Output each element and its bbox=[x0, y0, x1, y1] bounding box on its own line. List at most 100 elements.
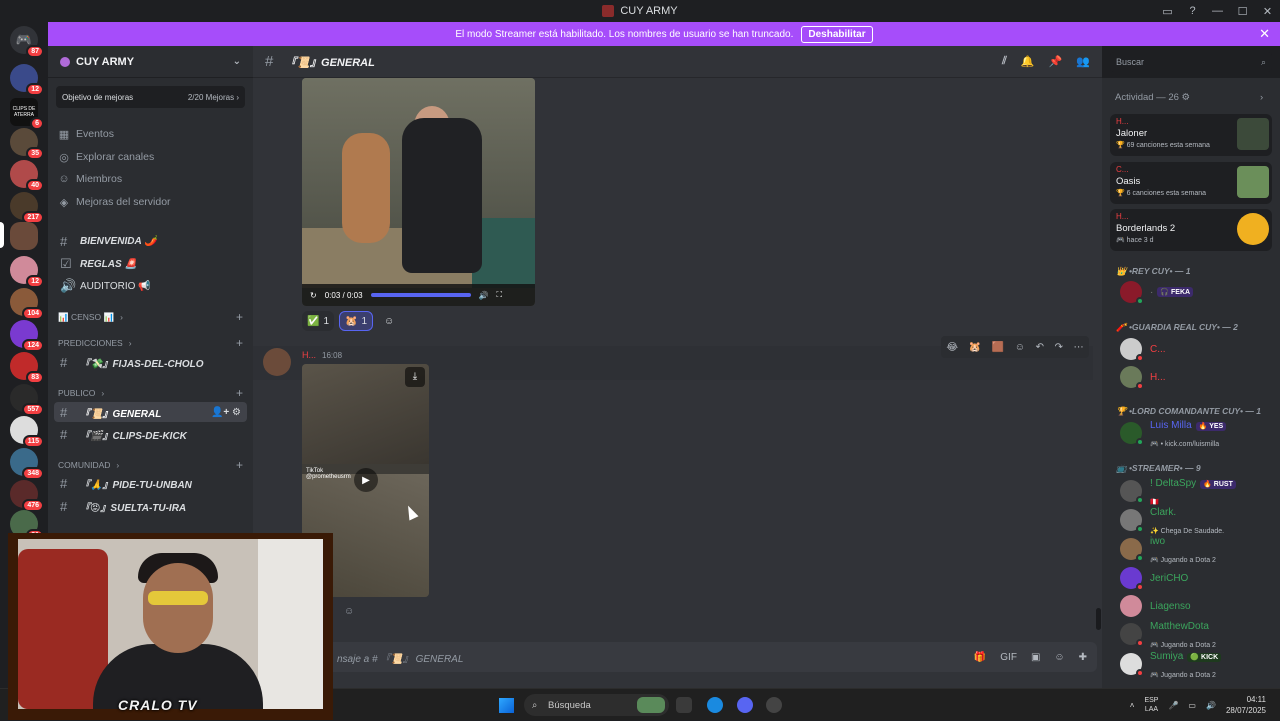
volume-icon[interactable]: 🔊 bbox=[479, 291, 489, 300]
discord-taskbar-icon[interactable] bbox=[737, 697, 753, 713]
replay-icon[interactable]: ↻ bbox=[310, 291, 317, 300]
microphone-icon[interactable]: 🎤 bbox=[1168, 701, 1178, 710]
server-icon[interactable]: 40 bbox=[10, 160, 44, 192]
add-channel-icon[interactable]: + bbox=[236, 458, 243, 472]
add-reaction-icon[interactable]: ☺ bbox=[1015, 342, 1025, 353]
server-icon[interactable]: 35 bbox=[10, 128, 44, 160]
add-reaction-icon[interactable]: ☺ bbox=[379, 311, 399, 331]
obs-taskbar-icon[interactable] bbox=[766, 697, 782, 713]
banner-close-icon[interactable]: ✕ bbox=[1259, 26, 1270, 42]
edge-browser-icon[interactable] bbox=[707, 697, 723, 713]
nav-server-boosts[interactable]: ◈ Mejoras del servidor bbox=[58, 192, 243, 212]
message-author[interactable]: H... bbox=[302, 350, 316, 360]
channel-settings-icon[interactable]: 👤+ ⚙ bbox=[211, 407, 241, 418]
channel-reglas[interactable]: ☑ REGLAS 🚨 bbox=[54, 254, 247, 274]
taskbar-search[interactable]: ⌕ Búsqueda bbox=[524, 694, 669, 716]
network-icon[interactable]: ▭ bbox=[1188, 701, 1196, 710]
download-icon[interactable]: ⤓ bbox=[405, 367, 425, 387]
channel-clips-de-kick[interactable]: # 『🎬』CLIPS-DE-KICK bbox=[54, 424, 247, 444]
emoji-icon[interactable]: ☺ bbox=[1054, 652, 1064, 663]
activity-card[interactable]: H... Borderlands 2 🎮 hace 3 d bbox=[1110, 209, 1272, 251]
boost-goal-bar[interactable]: Objetivo de mejoras 2/20 Mejoras › bbox=[56, 86, 245, 108]
activity-card[interactable]: C... Oasis 🏆 6 canciones esta semana bbox=[1110, 162, 1272, 204]
more-icon[interactable]: ⋯ bbox=[1074, 342, 1084, 353]
file-explorer-icon[interactable] bbox=[676, 697, 692, 713]
apps-icon[interactable]: ✚ bbox=[1079, 652, 1087, 663]
add-channel-icon[interactable]: + bbox=[236, 336, 243, 350]
member[interactable]: H... bbox=[1120, 364, 1166, 390]
category-comunidad[interactable]: COMUNIDAD › + bbox=[58, 458, 243, 472]
maximize-button[interactable]: ☐ bbox=[1230, 5, 1255, 18]
nav-browse-channels[interactable]: ◎ Explorar canales bbox=[58, 147, 243, 167]
add-channel-icon[interactable]: + bbox=[236, 310, 243, 324]
channel-fijas-del-cholo[interactable]: # 『💸』FIJAS-DEL-CHOLO bbox=[54, 352, 247, 372]
server-icon[interactable]: 115 bbox=[10, 416, 44, 448]
emoji-laugh-icon[interactable]: 😂 bbox=[946, 342, 958, 353]
nav-members[interactable]: ☺ Miembros bbox=[58, 169, 243, 189]
server-icon[interactable]: 124 bbox=[10, 320, 44, 352]
category-predicciones[interactable]: PREDICCIONES › + bbox=[58, 336, 243, 350]
add-channel-icon[interactable]: + bbox=[236, 386, 243, 400]
help-icon[interactable]: ? bbox=[1180, 5, 1205, 17]
server-icon[interactable]: 217 bbox=[10, 192, 44, 224]
server-icon[interactable]: 348 bbox=[10, 448, 44, 480]
channel-auditorio[interactable]: 🔊 AUDITORIO 📢 bbox=[54, 276, 247, 296]
chat-scrollbar[interactable] bbox=[1096, 608, 1101, 630]
member[interactable]: C... bbox=[1120, 336, 1166, 362]
language-indicator[interactable]: ESP LAA bbox=[1144, 696, 1158, 714]
channel-pide-tu-unban[interactable]: # 『🙏』PIDE-TU-UNBAN bbox=[54, 473, 247, 493]
channel-bienvenida[interactable]: # BIENVENIDA 🌶️ bbox=[54, 231, 247, 251]
close-window-button[interactable]: ✕ bbox=[1255, 5, 1280, 18]
volume-icon[interactable]: 🔊 bbox=[1206, 701, 1216, 710]
message-composer[interactable]: nsaje a # 『📜』 GENERAL 🎁 GIF ▣ ☺ ✚ bbox=[261, 642, 1097, 672]
server-icon[interactable]: 104 bbox=[10, 288, 44, 320]
clock[interactable]: 04:11 28/07/2025 bbox=[1226, 694, 1266, 716]
pin-icon[interactable]: 📌 bbox=[1049, 55, 1063, 68]
chevron-down-icon[interactable]: ⌄ bbox=[233, 56, 241, 67]
server-icon[interactable]: 557 bbox=[10, 384, 44, 416]
server-icon[interactable]: CLIPS DE ATERRA 6 bbox=[10, 98, 44, 130]
server-icon[interactable]: 476 bbox=[10, 480, 44, 512]
discord-home-icon[interactable]: 🎮 87 bbox=[10, 26, 44, 58]
member-clark[interactable]: Clark. ✨ Chega De Saudade. bbox=[1120, 507, 1224, 535]
channel-suelta-tu-ira[interactable]: # 『😡』SUELTA-TU-IRA bbox=[54, 496, 247, 516]
reply-icon[interactable]: ↶ bbox=[1036, 342, 1044, 353]
server-icon[interactable]: 12 bbox=[10, 256, 44, 288]
member-deltaspy[interactable]: ! DeltaSpy 🔥 RUST 🇵🇪 bbox=[1120, 478, 1236, 506]
video-progress-bar[interactable] bbox=[370, 293, 471, 297]
avatar[interactable] bbox=[263, 348, 291, 376]
server-icon[interactable]: 12 bbox=[10, 64, 44, 96]
reaction-check[interactable]: ✅ 1 bbox=[302, 311, 335, 331]
server-icon[interactable]: 83 bbox=[10, 352, 44, 384]
server-icon-cuy-army[interactable] bbox=[10, 222, 38, 250]
category-censo[interactable]: 📊 CENSO 📊 › + bbox=[58, 310, 243, 324]
monitor-icon[interactable]: ▭ bbox=[1155, 5, 1180, 18]
channel-general[interactable]: # 『📜』GENERAL 👤+ ⚙ bbox=[54, 402, 247, 422]
fullscreen-icon[interactable]: ⛶ bbox=[496, 290, 502, 300]
emoji-box-icon[interactable]: 🟫 bbox=[992, 342, 1004, 353]
reaction-cuy[interactable]: 🐹 1 bbox=[339, 311, 374, 331]
emoji-cuy-icon[interactable]: 🐹 bbox=[969, 342, 981, 353]
chevron-up-icon[interactable]: ˄ bbox=[1130, 701, 1135, 710]
add-reaction-icon[interactable]: ☺ bbox=[344, 606, 354, 617]
bell-icon[interactable]: 🔔 bbox=[1021, 55, 1035, 68]
chevron-right-icon[interactable]: › bbox=[1260, 92, 1263, 103]
windows-start-icon[interactable] bbox=[499, 698, 514, 713]
member-jericho[interactable]: JeriCHO bbox=[1120, 565, 1188, 591]
member-matthewdota[interactable]: MatthewDota 🎮 Jugando a Dota 2 bbox=[1120, 621, 1216, 649]
member-sumiya[interactable]: Sumiya 🟢 KICK 🎮 Jugando a Dota 2 bbox=[1120, 651, 1222, 679]
threads-icon[interactable]: ⫽ bbox=[1002, 55, 1007, 68]
forward-icon[interactable]: ↷ bbox=[1055, 342, 1063, 353]
search-input[interactable]: Buscar ⌕ bbox=[1110, 52, 1272, 72]
gif-icon[interactable]: GIF bbox=[1000, 652, 1017, 663]
minimize-button[interactable]: — bbox=[1205, 5, 1230, 17]
play-icon[interactable]: ▶ bbox=[354, 468, 378, 492]
member-luis-milla[interactable]: Luis Milla 🔥 YES 🎮 • kick.com/luismilla bbox=[1120, 420, 1227, 448]
member-iwo[interactable]: iwo 🎮 Jugando a Dota 2 bbox=[1120, 536, 1216, 564]
member-rey-cuy[interactable]: · 🎧 FEKA bbox=[1120, 279, 1194, 305]
disable-streamer-button[interactable]: Deshabilitar bbox=[801, 25, 873, 43]
members-list-icon[interactable]: 👥 bbox=[1076, 55, 1090, 68]
nav-events[interactable]: ▦ Eventos bbox=[58, 124, 243, 144]
server-header[interactable]: CUY ARMY ⌄ bbox=[48, 46, 253, 78]
category-publico[interactable]: PUBLICO › + bbox=[58, 386, 243, 400]
